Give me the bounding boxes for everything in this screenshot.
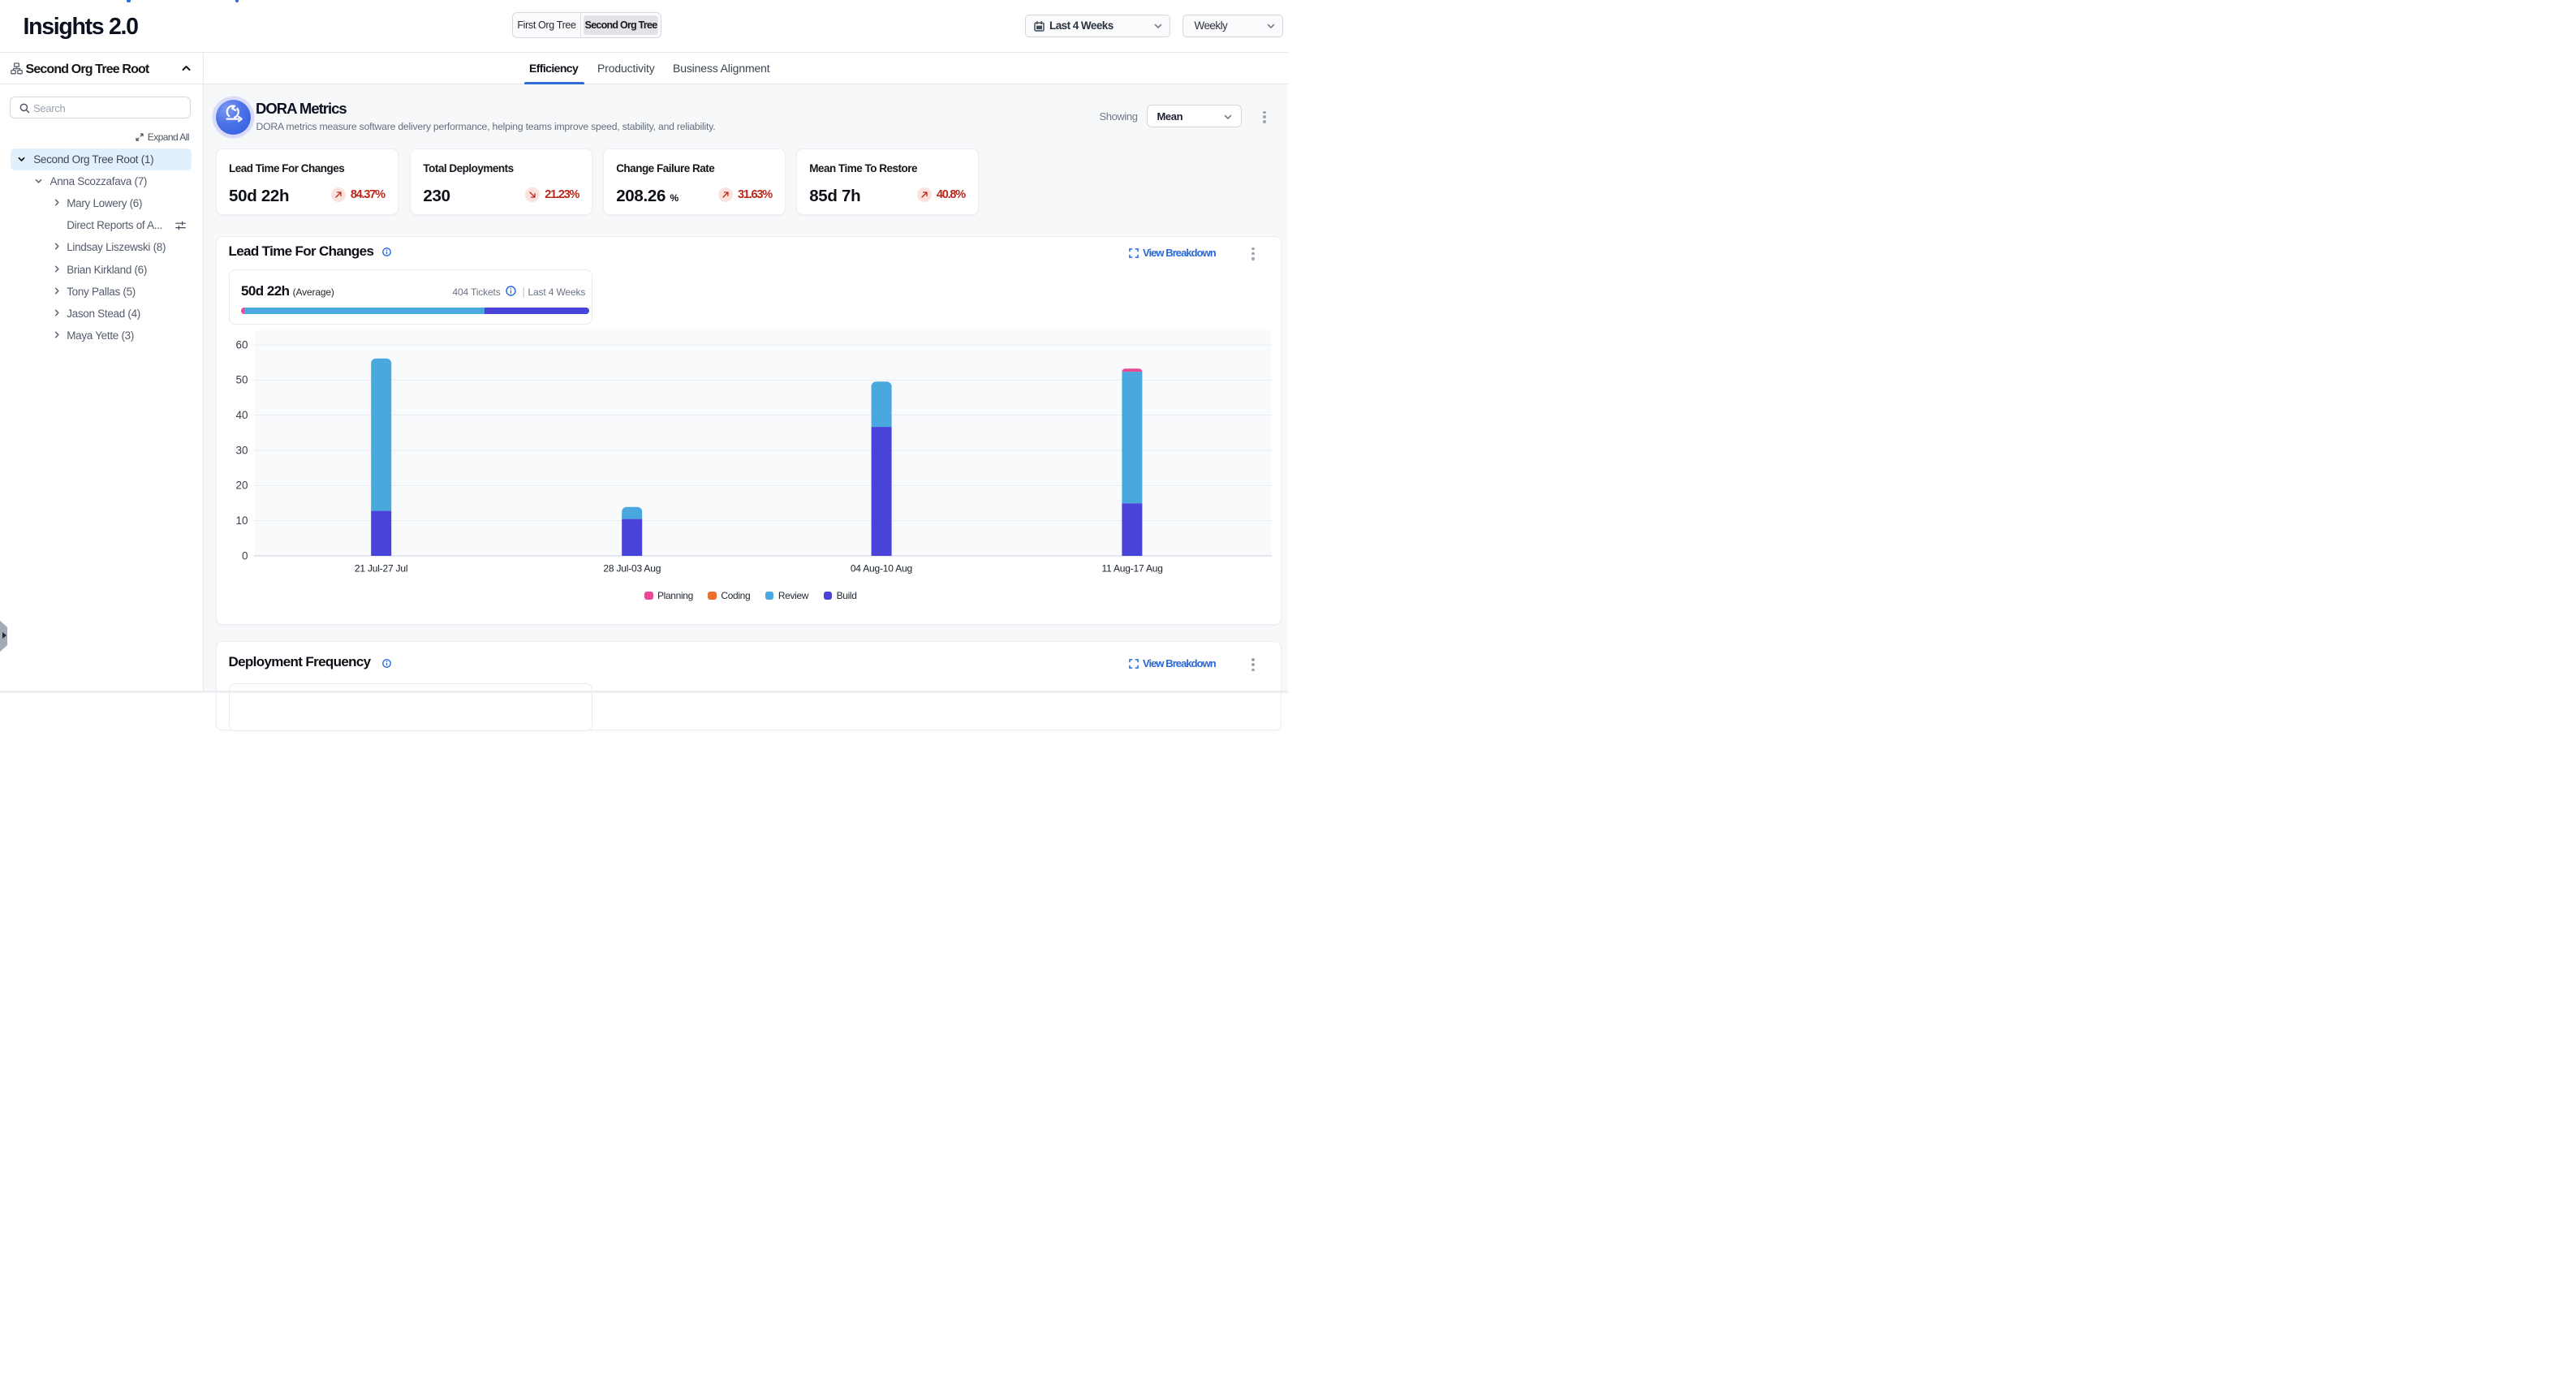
svg-text:40: 40	[235, 409, 248, 421]
svg-text:28 Jul-03 Aug: 28 Jul-03 Aug	[603, 562, 661, 574]
svg-text:21 Jul-27 Jul: 21 Jul-27 Jul	[355, 562, 407, 574]
svg-text:10: 10	[235, 514, 248, 527]
svg-text:20: 20	[235, 480, 248, 492]
svg-text:60: 60	[235, 338, 248, 351]
svg-text:0: 0	[242, 549, 248, 562]
svg-text:04 Aug-10 Aug: 04 Aug-10 Aug	[851, 562, 912, 574]
svg-text:50: 50	[235, 374, 248, 386]
svg-text:11 Aug-17 Aug: 11 Aug-17 Aug	[1101, 562, 1162, 574]
svg-text:30: 30	[235, 444, 248, 456]
